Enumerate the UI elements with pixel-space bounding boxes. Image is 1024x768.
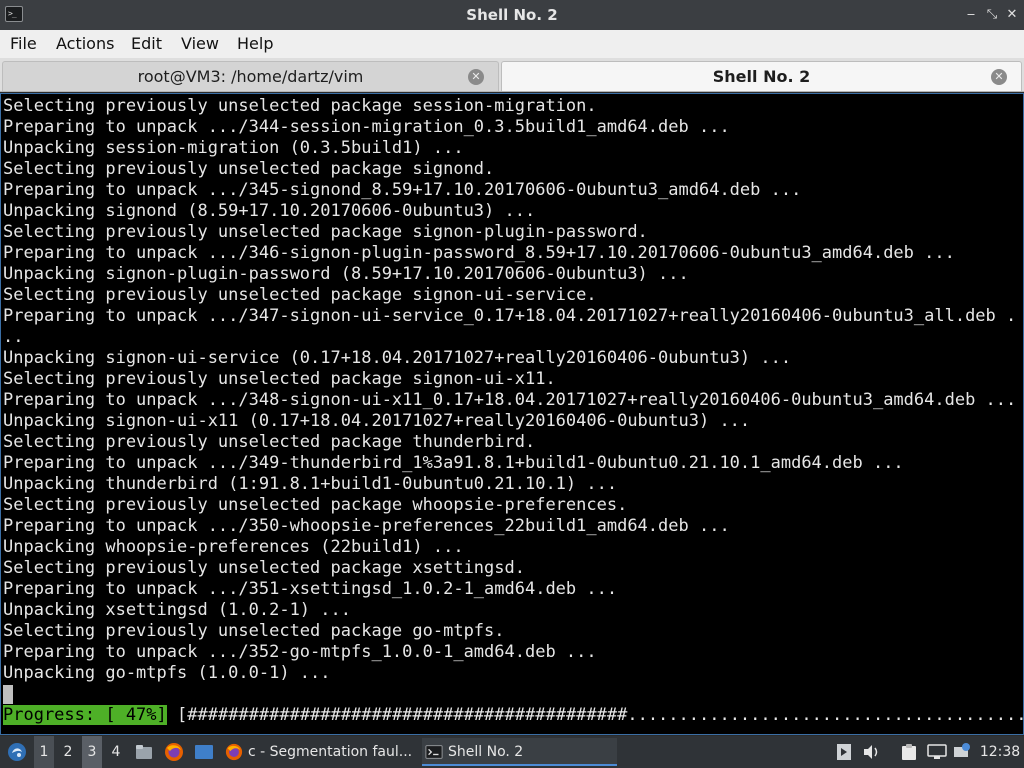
menu-help[interactable]: Help (237, 34, 273, 54)
terminal-line: Preparing to unpack .../347-signon-ui-se… (3, 306, 1017, 326)
menu-edit[interactable]: Edit (131, 34, 162, 54)
terminal-line: Preparing to unpack .../346-signon-plugi… (3, 243, 955, 263)
tab-bar: root@VM3: /home/dartz/vim ✕ Shell No. 2 … (0, 58, 1024, 92)
terminal-lines: Selecting previously unselected package … (3, 96, 1021, 684)
workspace-2[interactable]: 2 (58, 736, 78, 768)
terminal-line: Preparing to unpack .../345-signond_8.59… (3, 180, 802, 200)
terminal-line: Preparing to unpack .../349-thunderbird_… (3, 453, 904, 473)
terminal-line: Selecting previously unselected package … (3, 159, 495, 179)
terminal-line: Unpacking whoopsie-preferences (22build1… (3, 537, 464, 557)
terminal-line: Unpacking xsettingsd (1.0.2-1) ... (3, 600, 351, 620)
terminal-output[interactable]: Selecting previously unselected package … (0, 93, 1024, 735)
terminal-line: Selecting previously unselected package … (3, 495, 628, 515)
terminal-line: Preparing to unpack .../352-go-mtpfs_1.0… (3, 642, 597, 662)
terminal-line: Unpacking signond (8.59+17.10.20170606-0… (3, 201, 536, 221)
terminal-line: Unpacking signon-ui-x11 (0.17+18.04.2017… (3, 411, 751, 431)
terminal-line: Unpacking thunderbird (1:91.8.1+build1-0… (3, 474, 618, 494)
workspace-1[interactable]: 1 (34, 736, 54, 768)
file-manager-icon[interactable] (133, 736, 155, 768)
minimize-button[interactable]: ‒ (962, 6, 980, 24)
terminal-line: Selecting previously unselected package … (3, 621, 505, 641)
terminal-line: Selecting previously unselected package … (3, 558, 525, 578)
terminal-icon (425, 745, 443, 759)
menu-actions[interactable]: Actions (56, 34, 114, 54)
terminal-line: Preparing to unpack .../350-whoopsie-pre… (3, 516, 730, 536)
tab-close-icon[interactable]: ✕ (991, 69, 1007, 85)
terminal-cursor (3, 685, 13, 704)
terminal-line: Selecting previously unselected package … (3, 369, 556, 389)
firefox-launcher-icon[interactable] (163, 736, 185, 768)
task-terminal-window[interactable]: Shell No. 2 (422, 738, 617, 766)
network-icon[interactable] (926, 736, 948, 768)
menu-file[interactable]: File (10, 34, 37, 54)
tray-input-icon[interactable] (834, 736, 854, 768)
start-menu-icon[interactable] (4, 736, 30, 768)
menu-view[interactable]: View (181, 34, 219, 54)
updates-icon[interactable] (952, 736, 974, 768)
tab-label: Shell No. 2 (712, 67, 811, 86)
terminal-line: Unpacking signon-ui-service (0.17+18.04.… (3, 348, 792, 368)
terminal-line: Unpacking signon-plugin-password (8.59+1… (3, 264, 689, 284)
close-window-button[interactable]: ✕ (1003, 6, 1021, 24)
tab-shell-no-2[interactable]: Shell No. 2 ✕ (501, 61, 1022, 91)
tab-close-icon[interactable]: ✕ (468, 69, 484, 85)
terminal-line: Preparing to unpack .../344-session-migr… (3, 117, 730, 137)
terminal-line: Preparing to unpack .../348-signon-ui-x1… (3, 390, 1017, 410)
progress-label: Progress: [ 47%] (3, 705, 167, 725)
clock[interactable]: 12:38 (978, 736, 1022, 768)
tab-label: root@VM3: /home/dartz/vim (137, 67, 364, 86)
progress-row: Progress: [ 47%] [######################… (3, 705, 1023, 726)
clipboard-icon[interactable] (898, 736, 920, 768)
firefox-icon (225, 743, 243, 761)
terminal-line: Unpacking go-mtpfs (1.0.0-1) ... (3, 663, 331, 683)
restore-button[interactable]: ⤡ (983, 6, 1001, 24)
volume-icon[interactable] (861, 736, 883, 768)
task-label: c - Segmentation faul... (248, 744, 413, 760)
workspace-3[interactable]: 3 (82, 736, 102, 768)
task-firefox-window[interactable]: c - Segmentation faul... (222, 738, 417, 766)
show-desktop-icon[interactable] (193, 736, 215, 768)
terminal-line: Unpacking session-migration (0.3.5build1… (3, 138, 464, 158)
tab-root-vm3[interactable]: root@VM3: /home/dartz/vim ✕ (2, 61, 499, 91)
task-label: Shell No. 2 (448, 744, 524, 760)
terminal-line: .. (3, 327, 24, 347)
terminal-line: Selecting previously unselected package … (3, 96, 597, 116)
window-titlebar: >_ Shell No. 2 ‒ ⤡ ✕ (0, 0, 1024, 30)
taskbar: 1 2 3 4 c - Segmentation faul... Shell N… (0, 736, 1024, 768)
terminal-line: Preparing to unpack .../351-xsettingsd_1… (3, 579, 618, 599)
terminal-line: Selecting previously unselected package … (3, 432, 536, 452)
window-title: Shell No. 2 (466, 6, 558, 24)
workspace-4[interactable]: 4 (106, 736, 126, 768)
terminal-line: Selecting previously unselected package … (3, 222, 648, 242)
terminal-line: Selecting previously unselected package … (3, 285, 597, 305)
progress-bar: [#######################################… (177, 705, 1023, 725)
menubar: File Actions Edit View Help (0, 30, 1024, 58)
